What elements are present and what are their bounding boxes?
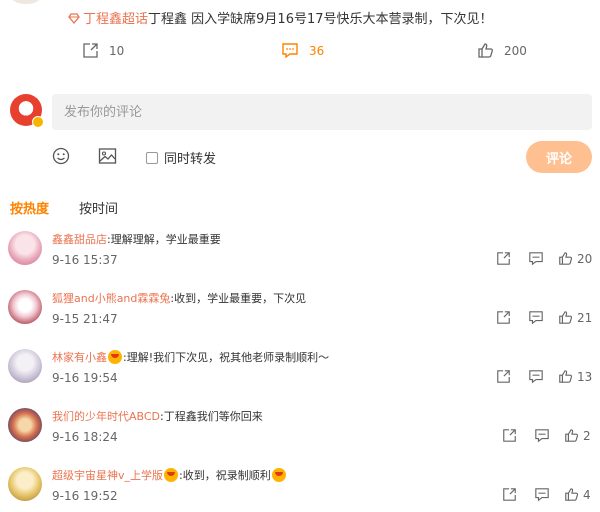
- comment-count: 36: [309, 43, 325, 58]
- comment-item: 狐狸and小熊and霖霖兔 :收到，学业最重要，下次见 9-15 21:47 2…: [0, 290, 600, 348]
- comment-button[interactable]: 36: [281, 42, 324, 59]
- share-icon: [83, 43, 98, 58]
- commenter-avatar[interactable]: [8, 349, 42, 383]
- reply-icon[interactable]: [534, 428, 550, 443]
- comment-input[interactable]: [52, 94, 592, 130]
- like-button[interactable]: 200: [477, 42, 527, 59]
- share-icon[interactable]: [502, 428, 517, 443]
- comment-like-count: 2: [583, 428, 591, 443]
- comment-like-count: 4: [583, 487, 591, 502]
- commenter-avatar[interactable]: [8, 467, 42, 501]
- comment-like-count: 21: [577, 310, 593, 325]
- comment-body: :收到，祝录制顺利: [179, 469, 271, 482]
- verified-badge-icon: [32, 116, 44, 128]
- commenter-name[interactable]: 狐狸and小熊and霖霖兔: [52, 290, 170, 306]
- comment-body: :收到，学业最重要，下次见: [170, 292, 307, 305]
- post-author-avatar[interactable]: [6, 0, 46, 4]
- submit-comment-button[interactable]: 评论: [526, 141, 592, 173]
- tab-sort-time[interactable]: 按时间: [79, 198, 118, 217]
- comment-like-button[interactable]: 20: [558, 251, 592, 266]
- comment-item: 超级宇宙星神v_上学版 :收到，祝录制顺利 9-16 19:52 4: [0, 467, 600, 512]
- comment-body: :丁程鑫我们等你回来: [160, 410, 263, 423]
- comment-item: 林家有小鑫 :理解!我们下次见，祝其他老师录制顺利～ 9-16 19:54 13: [0, 349, 600, 407]
- post-text-line: 丁程鑫超话 丁程鑫 因入学缺席9月16号17号快乐大本营录制，下次见！: [68, 8, 493, 27]
- sort-tabs: 按热度 按时间: [10, 198, 148, 217]
- checkbox-icon[interactable]: [146, 151, 158, 164]
- tab-sort-hot[interactable]: 按热度: [10, 198, 49, 217]
- post-body-text: 丁程鑫 因入学缺席9月16号17号快乐大本营录制，下次见！: [148, 12, 493, 27]
- reply-icon[interactable]: [528, 251, 544, 266]
- crying-emoji-icon: [271, 468, 286, 482]
- heart-eyes-emoji-icon: [108, 350, 122, 364]
- reply-icon[interactable]: [534, 487, 550, 502]
- commenter-name[interactable]: 林家有小鑫: [52, 349, 107, 365]
- repost-checkbox-label: 同时转发: [164, 152, 217, 167]
- commenter-name[interactable]: 鑫鑫甜品店: [52, 231, 107, 247]
- comment-like-button[interactable]: 4: [564, 487, 591, 502]
- commenter-avatar[interactable]: [8, 290, 42, 324]
- reply-icon[interactable]: [528, 369, 544, 384]
- thumbs-up-icon: [559, 370, 573, 383]
- post-action-bar: 10 36 200: [0, 42, 600, 66]
- comment-like-count: 20: [577, 251, 593, 266]
- comment-like-button[interactable]: 13: [558, 369, 592, 384]
- commenter-avatar[interactable]: [8, 231, 42, 265]
- comment-time: 9-16 15:37: [52, 253, 118, 267]
- comment-body: :理解理解，学业最重要: [107, 233, 221, 246]
- super-topic-label[interactable]: 丁程鑫超话: [83, 8, 148, 27]
- repost-checkbox[interactable]: 同时转发: [146, 148, 216, 167]
- share-icon[interactable]: [502, 487, 517, 502]
- share-icon[interactable]: [496, 251, 511, 266]
- repost-button[interactable]: 10: [82, 42, 124, 59]
- comment-icon: [282, 43, 298, 59]
- thumbs-up-icon: [559, 311, 573, 324]
- repost-count: 10: [109, 43, 125, 58]
- comment-text-line: 鑫鑫甜品店 :理解理解，学业最重要: [52, 231, 221, 247]
- comment-text-line: 超级宇宙星神v_上学版 :收到，祝录制顺利: [52, 467, 287, 483]
- emoji-icon[interactable]: [52, 147, 70, 165]
- thumbs-up-icon: [565, 429, 579, 442]
- commenter-name[interactable]: 超级宇宙星神v_上学版: [52, 467, 163, 483]
- comment-text-line: 林家有小鑫 :理解!我们下次见，祝其他老师录制顺利～: [52, 349, 329, 365]
- commenter-avatar[interactable]: [8, 408, 42, 442]
- commenter-name[interactable]: 我们的少年时代ABCD: [52, 408, 160, 424]
- comment-like-button[interactable]: 21: [558, 310, 592, 325]
- comment-time: 9-16 19:54: [52, 371, 118, 385]
- image-icon[interactable]: [98, 147, 117, 165]
- comment-body: :理解!我们下次见，祝其他老师录制顺利～: [123, 351, 330, 364]
- share-icon[interactable]: [496, 310, 511, 325]
- thumbs-up-icon: [559, 252, 573, 265]
- super-topic-link[interactable]: 丁程鑫超话: [68, 8, 148, 27]
- thumbs-up-icon: [565, 488, 579, 501]
- diamond-icon: [68, 12, 80, 24]
- comment-item: 鑫鑫甜品店 :理解理解，学业最重要 9-16 15:37 20: [0, 231, 600, 289]
- like-count: 200: [504, 43, 527, 58]
- comment-like-count: 13: [577, 369, 593, 384]
- share-icon[interactable]: [496, 369, 511, 384]
- comment-time: 9-15 21:47: [52, 312, 118, 326]
- thumbs-up-icon: [478, 43, 493, 58]
- reply-icon[interactable]: [528, 310, 544, 325]
- heart-eyes-emoji-icon: [164, 468, 179, 482]
- comment-item: 我们的少年时代ABCD :丁程鑫我们等你回来 9-16 18:24 2: [0, 408, 600, 466]
- comment-text-line: 我们的少年时代ABCD :丁程鑫我们等你回来: [52, 408, 263, 424]
- comment-time: 9-16 18:24: [52, 430, 118, 444]
- comment-like-button[interactable]: 2: [564, 428, 591, 443]
- comment-time: 9-16 19:52: [52, 489, 118, 503]
- comment-text-line: 狐狸and小熊and霖霖兔 :收到，学业最重要，下次见: [52, 290, 306, 306]
- current-user-avatar: [10, 94, 44, 128]
